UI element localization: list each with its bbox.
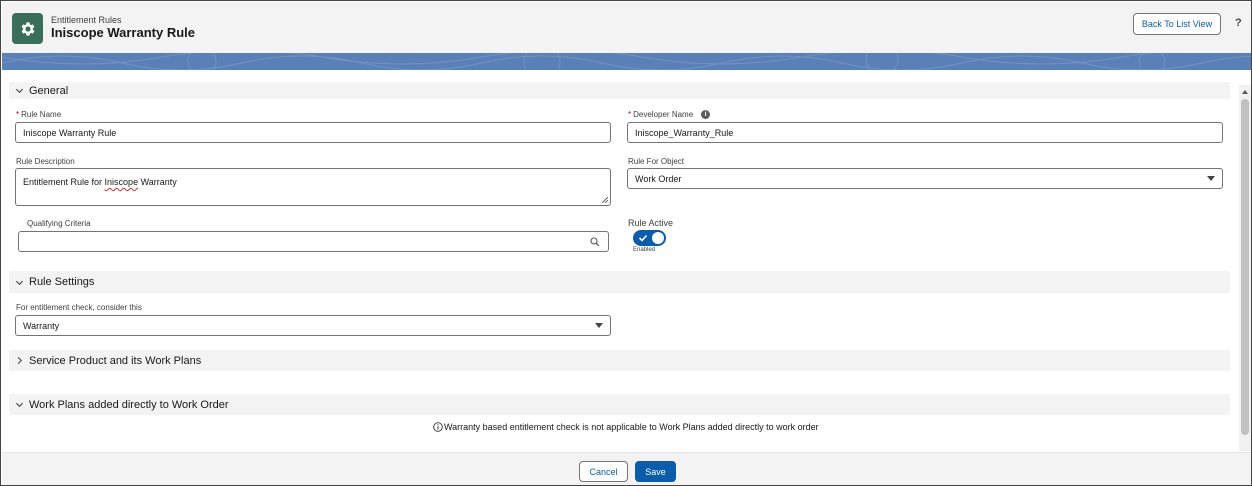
entitlement-check-label: For entitlement check, consider this	[16, 303, 142, 312]
rule-name-label: * Rule Name	[16, 110, 61, 119]
section-service-product[interactable]: Service Product and its Work Plans	[9, 350, 1230, 371]
resize-handle-icon[interactable]	[601, 196, 608, 203]
developer-name-value: Iniscope_Warranty_Rule	[635, 127, 734, 138]
entitlement-check-select[interactable]: Warranty	[15, 315, 611, 336]
section-work-plans[interactable]: Work Plans added directly to Work Order	[9, 394, 1230, 415]
qualifying-criteria-label: Qualifying Criteria	[27, 219, 91, 228]
banner-pattern	[2, 53, 1251, 70]
info-message-text: Warranty based entitlement check is not …	[444, 422, 819, 432]
description-misspelled-word: Iniscope	[104, 177, 139, 187]
info-message: Warranty based entitlement check is not …	[433, 422, 819, 432]
header-banner	[2, 53, 1251, 70]
gear-icon	[12, 13, 43, 44]
footer-bar: Cancel Save	[2, 452, 1251, 485]
info-icon[interactable]: i	[701, 110, 711, 119]
rule-description-label: Rule Description	[16, 157, 75, 166]
rule-description-textarea[interactable]: Entitlement Rule for Iniscope Warranty	[15, 168, 611, 206]
section-title: General	[29, 84, 69, 97]
main-content: General * Rule Name Iniscope Warranty Rul…	[2, 70, 1238, 451]
info-circle-icon	[433, 422, 443, 432]
rule-name-value: Iniscope Warranty Rule	[23, 127, 117, 138]
page-title: Iniscope Warranty Rule	[51, 25, 195, 40]
rule-name-label-text: Rule Name	[21, 110, 62, 119]
chevron-down-icon	[9, 86, 29, 95]
developer-name-label: * Developer Name i	[628, 110, 711, 119]
qualifying-criteria-search[interactable]	[18, 231, 609, 252]
section-title: Service Product and its Work Plans	[29, 354, 202, 367]
toggle-state-text: Enabled	[633, 247, 656, 253]
description-text-end: Warranty	[138, 177, 177, 187]
back-to-list-button[interactable]: Back To List View	[1133, 13, 1221, 35]
save-button[interactable]: Save	[635, 461, 676, 482]
required-marker: *	[628, 110, 632, 119]
rule-active-label: Rule Active	[628, 218, 674, 228]
developer-name-label-text: Developer Name	[633, 110, 694, 119]
rule-for-object-label: Rule For Object	[628, 157, 685, 166]
chevron-down-icon	[9, 400, 29, 409]
rule-active-toggle[interactable]	[633, 230, 666, 246]
rule-name-input[interactable]: Iniscope Warranty Rule	[15, 122, 611, 143]
vertical-scrollbar[interactable]	[1239, 85, 1251, 451]
object-label: Entitlement Rules	[51, 15, 122, 25]
scroll-up-arrow-icon[interactable]	[1239, 87, 1251, 97]
developer-name-input[interactable]: Iniscope_Warranty_Rule	[627, 122, 1223, 143]
help-icon[interactable]: ?	[1235, 17, 1242, 29]
section-title: Rule Settings	[29, 276, 95, 288]
entitlement-check-value: Warranty	[23, 320, 60, 331]
chevron-down-icon	[9, 278, 29, 287]
page-header: Entitlement Rules Iniscope Warranty Rule…	[2, 2, 1251, 53]
app-frame: Entitlement Rules Iniscope Warranty Rule…	[0, 0, 1252, 486]
rule-for-object-select[interactable]: Work Order	[627, 168, 1223, 189]
scrollbar-thumb[interactable]	[1241, 99, 1249, 435]
section-title: Work Plans added directly to Work Order	[29, 398, 229, 411]
toggle-knob	[652, 232, 664, 244]
dropdown-caret-icon	[595, 323, 603, 328]
dropdown-caret-icon	[1207, 176, 1215, 181]
chevron-right-icon	[9, 356, 29, 365]
description-text: Entitlement Rule for	[23, 177, 105, 187]
rule-for-object-value: Work Order	[635, 173, 682, 184]
search-icon[interactable]	[590, 237, 600, 247]
section-rule-settings[interactable]: Rule Settings	[9, 271, 1230, 293]
cancel-button[interactable]: Cancel	[579, 461, 628, 482]
checkmark-icon	[638, 234, 648, 242]
required-marker: *	[16, 110, 20, 119]
section-general[interactable]: General	[9, 82, 1230, 99]
